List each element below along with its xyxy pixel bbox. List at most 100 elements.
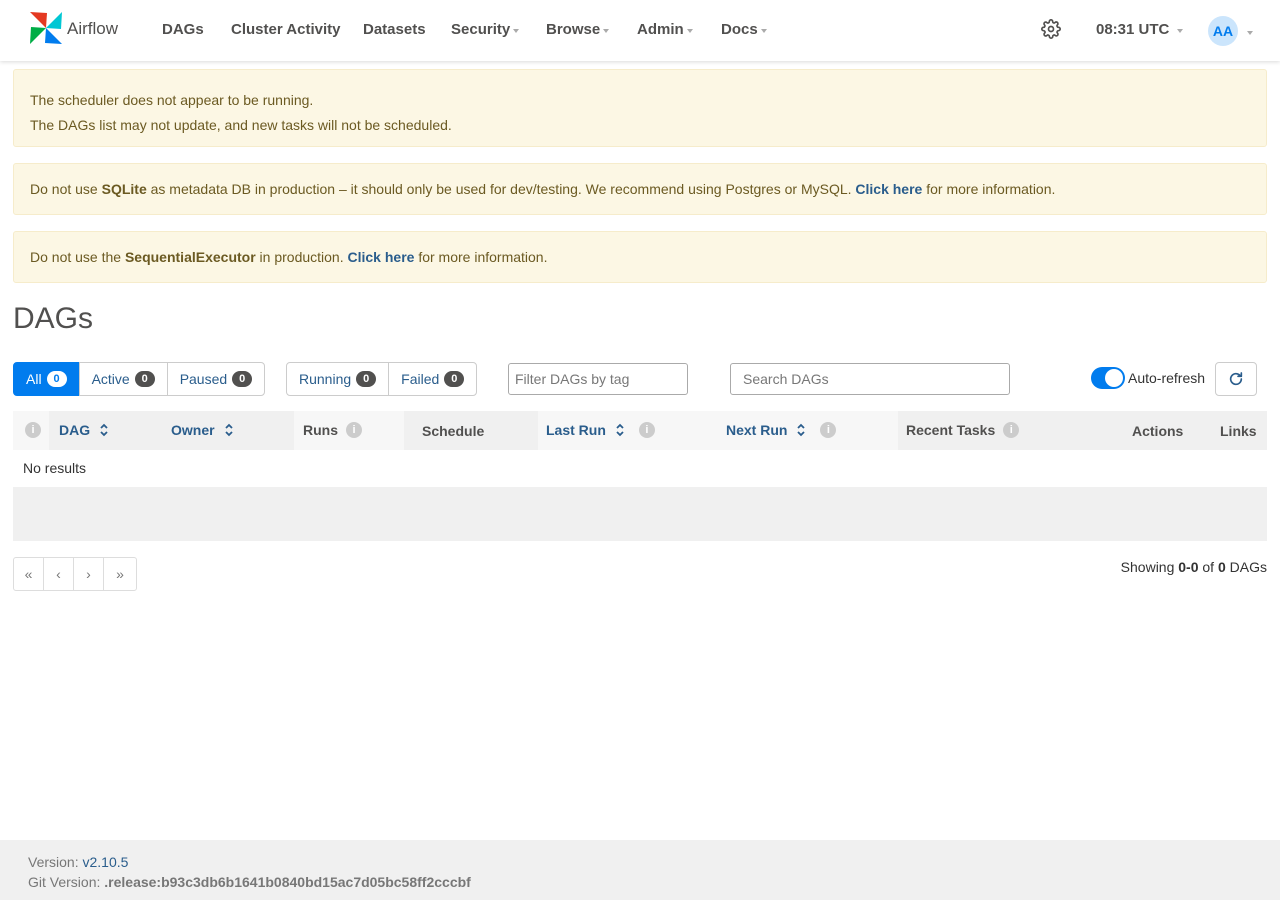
count-badge: 0 [444,371,465,387]
summary-total: 0 [1217,559,1226,575]
alert-text: in production. [255,249,348,265]
nav-dags[interactable]: DAGs [162,21,204,38]
git-version-label: Git Version: [28,874,105,890]
time-dropdown[interactable]: 08:31 UTC [1096,21,1184,38]
tag-filter-input[interactable] [508,363,688,395]
chevron-down-icon [513,29,520,33]
nav-admin-label: Admin [637,21,684,38]
info-icon[interactable]: i [638,422,655,438]
brand-name: Airflow [67,19,119,38]
nav-datasets[interactable]: Datasets [363,21,426,38]
filter-label: Running [299,371,352,387]
count-badge: 0 [134,371,155,387]
refresh-icon [1229,372,1243,386]
time-label: 08:31 UTC [1096,21,1170,38]
nav-browse[interactable]: Browse [546,21,610,38]
filter-label: Failed [401,371,440,387]
filter-label: Active [91,371,130,387]
count-badge: 0 [232,371,253,387]
version-link[interactable]: v2.10.5 [82,854,128,870]
header-actions: Actions [1132,423,1183,439]
table-footer [13,487,1267,541]
sort-icon [616,423,624,437]
auto-refresh-label: Auto-refresh [1128,370,1206,386]
sort-icon [100,423,108,437]
nav-dags-label: DAGs [162,21,204,38]
page-footer: Version: v2.10.5 Git Version: .release:b… [0,840,1280,900]
alert-text: Do not use the [30,249,125,265]
brand-link[interactable]: Airflow [27,9,118,47]
filter-all-button[interactable]: All 0 [13,362,80,396]
header-owner-label: Owner [171,422,215,438]
header-schedule-label: Schedule [422,423,485,439]
nav-cluster-activity[interactable]: Cluster Activity [231,21,340,38]
header-recent-tasks-label: Recent Tasks [906,422,996,438]
header-links: Links [1220,423,1257,439]
scheduler-alert: The scheduler does not appear to be runn… [13,69,1267,147]
run-state-filter-group: Running 0 Failed 0 [286,362,478,396]
filter-failed-button[interactable]: Failed 0 [388,362,478,396]
header-last-run[interactable]: Last Run i [546,422,655,438]
select-all-info[interactable]: i [25,422,41,438]
info-icon[interactable]: i [820,422,837,438]
git-version-value: .release:b93c3db6b1641b0840bd15ac7d05bc5… [104,874,471,890]
auto-refresh-toggle[interactable] [1091,367,1125,389]
chevron-down-icon [686,29,693,33]
nav-browse-label: Browse [546,21,601,38]
filter-label: Paused [179,371,228,387]
nav-security-label: Security [451,21,511,38]
filter-paused-button[interactable]: Paused 0 [166,362,266,396]
info-icon: i [25,422,41,438]
header-schedule: Schedule [422,423,484,439]
header-recent-tasks: Recent Tasks i [906,422,1020,438]
alert-text: The DAGs list may not update, and new ta… [30,117,452,133]
sort-icon [797,423,806,437]
nav-security[interactable]: Security [451,21,520,38]
count-badge: 0 [46,371,67,387]
executor-info-link[interactable]: Click here [348,249,415,265]
refresh-button[interactable] [1215,362,1257,396]
results-summary: Showing 0-0 of 0 DAGs [1121,559,1267,575]
alert-text: for more information. [414,249,548,265]
version-label: Version: [28,854,83,870]
chevron-down-icon[interactable] [1247,31,1253,35]
info-icon[interactable]: i [1003,422,1020,438]
filter-active-button[interactable]: Active 0 [78,362,168,396]
filter-running-button[interactable]: Running 0 [286,362,390,396]
chevron-down-icon [603,29,610,33]
summary-text: of [1198,559,1218,575]
header-next-run[interactable]: Next Run i [726,422,837,438]
nav-admin[interactable]: Admin [637,21,693,38]
nav-datasets-label: Datasets [363,21,426,38]
search-input[interactable] [730,363,1010,395]
chevron-down-icon [1177,29,1184,33]
nav-docs[interactable]: Docs [721,21,767,38]
first-page-button[interactable]: « [13,557,44,591]
next-page-button[interactable]: › [73,557,104,591]
header-next-run-label: Next Run [726,422,788,438]
chevron-down-icon [760,29,767,33]
alert-text: Do not use [30,181,102,197]
nav-docs-label: Docs [721,21,758,38]
header-dag[interactable]: DAG [59,422,109,438]
header-owner[interactable]: Owner [171,422,234,438]
sqlite-info-link[interactable]: Click here [855,181,922,197]
empty-table-message: No results [14,450,1266,487]
gear-icon[interactable] [1041,19,1061,39]
executor-alert: Do not use the SequentialExecutor in pro… [13,231,1267,283]
avatar[interactable]: AA [1208,16,1238,46]
nav-cluster-activity-label: Cluster Activity [231,21,341,38]
sort-icon [224,423,233,437]
summary-text: Showing [1120,559,1179,575]
last-page-button[interactable]: » [103,557,137,591]
sqlite-alert: Do not use SQLite as metadata DB in prod… [13,163,1267,215]
info-icon[interactable]: i [346,422,362,438]
prev-page-button[interactable]: ‹ [43,557,74,591]
alert-emphasis: SQLite [101,181,147,197]
header-actions-label: Actions [1132,423,1184,439]
header-last-run-label: Last Run [546,422,606,438]
status-filter-group: All 0 Active 0 Paused 0 [13,362,266,396]
pagination: « ‹ › » [13,557,137,591]
alert-text: The scheduler does not appear to be runn… [30,92,314,108]
top-navbar: Airflow DAGs Cluster Activity Datasets S… [0,0,1280,61]
